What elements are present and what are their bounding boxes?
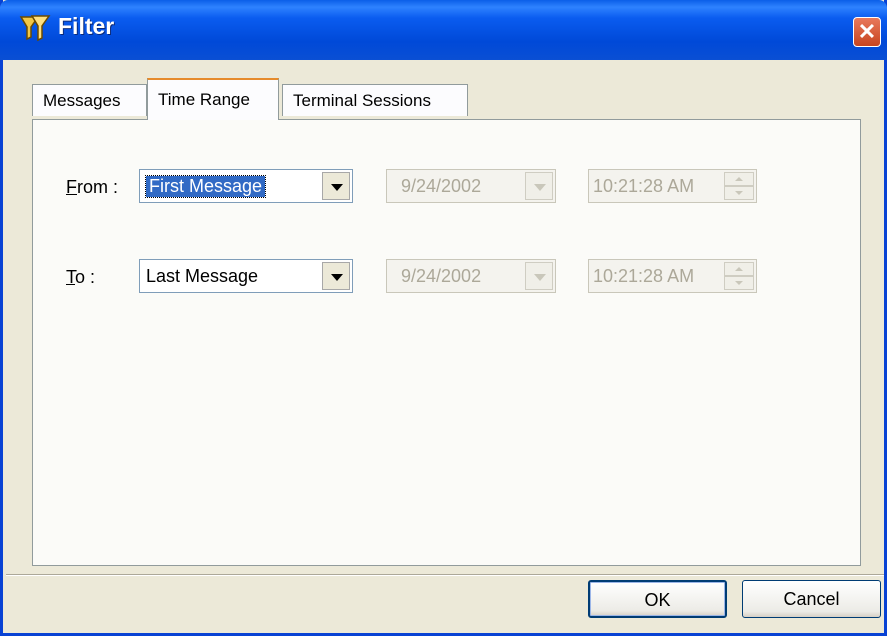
ok-button[interactable]: OK: [588, 580, 727, 618]
footer-divider: [6, 574, 884, 576]
from-combo[interactable]: First Message: [139, 169, 353, 203]
tab-messages[interactable]: Messages: [32, 84, 147, 116]
chevron-down-icon[interactable]: [322, 172, 350, 200]
window-title: Filter: [58, 13, 115, 39]
tab-label: Time Range: [158, 90, 250, 109]
from-combo-value: First Message: [144, 175, 267, 198]
to-date-value: 9/24/2002: [401, 266, 482, 286]
spin-up-icon[interactable]: [724, 262, 754, 276]
filter-dialog: Filter ✕ Messages Time Range Terminal Se…: [0, 0, 887, 636]
tab-terminal-sessions[interactable]: Terminal Sessions: [282, 84, 468, 116]
close-button[interactable]: ✕: [853, 17, 881, 47]
chevron-down-icon[interactable]: [525, 172, 553, 200]
to-time-spinner[interactable]: 10:21:28 AM: [588, 259, 757, 293]
close-icon: ✕: [857, 19, 877, 44]
chevron-down-icon[interactable]: [525, 262, 553, 290]
from-time-spinner[interactable]: 10:21:28 AM: [588, 169, 757, 203]
from-time-value: 10:21:28 AM: [593, 176, 695, 196]
to-combo[interactable]: Last Message: [139, 259, 353, 293]
chevron-down-icon[interactable]: [322, 262, 350, 290]
tab-time-range[interactable]: Time Range: [147, 78, 279, 120]
cancel-button[interactable]: Cancel: [742, 580, 881, 618]
title-bar[interactable]: Filter ✕: [0, 0, 887, 60]
spin-down-icon[interactable]: [724, 276, 754, 290]
spin-up-icon[interactable]: [724, 172, 754, 186]
tab-label: Terminal Sessions: [293, 91, 431, 110]
to-combo-value: Last Message: [146, 266, 259, 286]
from-label: From :: [66, 177, 119, 197]
to-label: To :: [66, 267, 96, 287]
spin-down-icon[interactable]: [724, 186, 754, 200]
time-range-panel: From : First Message 9/24/2002 10:21:28 …: [32, 119, 861, 566]
from-date-picker[interactable]: 9/24/2002: [386, 169, 556, 203]
filter-funnel-icon: [19, 15, 51, 42]
from-date-value: 9/24/2002: [401, 176, 482, 196]
to-time-value: 10:21:28 AM: [593, 266, 695, 286]
tab-label: Messages: [43, 91, 121, 110]
to-date-picker[interactable]: 9/24/2002: [386, 259, 556, 293]
